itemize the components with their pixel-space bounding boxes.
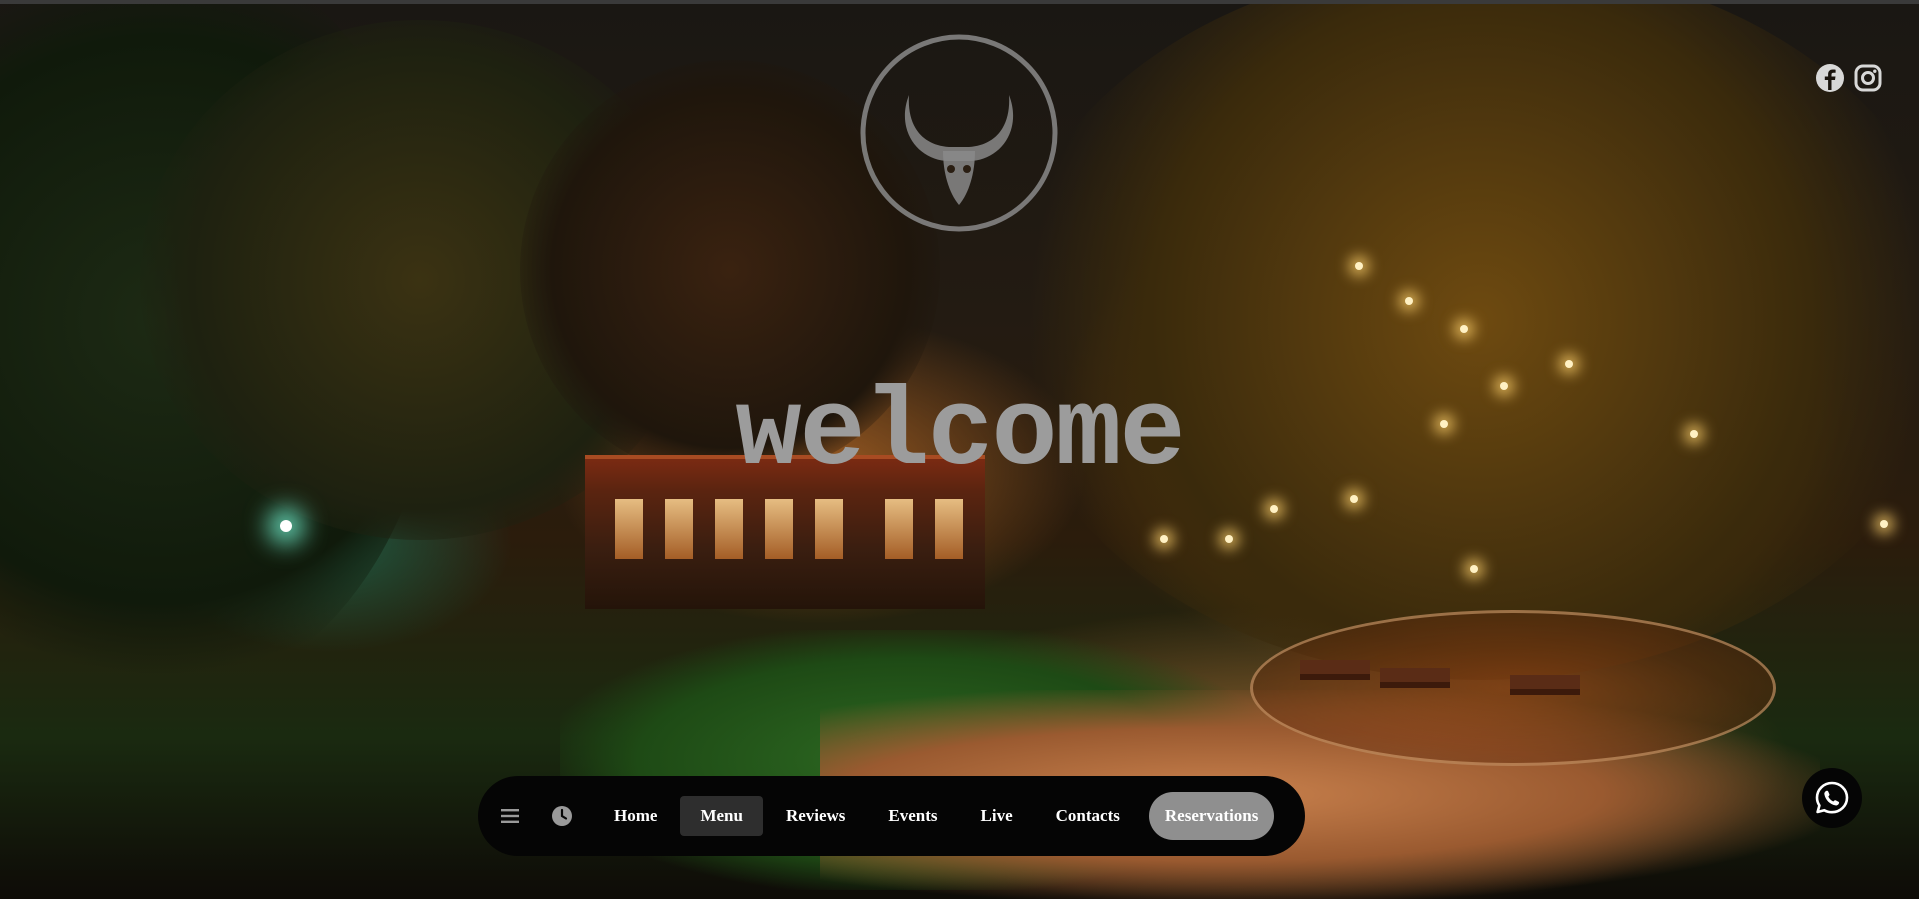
nav-item-menu[interactable]: Menu — [680, 796, 763, 836]
clock-icon[interactable] — [542, 796, 582, 836]
nav-item-live[interactable]: Live — [961, 796, 1033, 836]
facebook-icon[interactable] — [1815, 63, 1845, 93]
bottom-navigation-bar: Home Menu Reviews Events Live Contacts R… — [478, 776, 1305, 856]
reservations-button[interactable]: Reservations — [1148, 792, 1275, 840]
instagram-icon[interactable] — [1853, 63, 1883, 93]
nav-item-reviews[interactable]: Reviews — [766, 796, 865, 836]
social-links — [1815, 63, 1883, 93]
nav-item-home[interactable]: Home — [594, 796, 677, 836]
welcome-headline: welcome — [735, 372, 1185, 497]
whatsapp-button[interactable] — [1802, 768, 1862, 828]
bull-skull-logo[interactable] — [859, 33, 1059, 233]
nav-item-events[interactable]: Events — [868, 796, 957, 836]
hamburger-icon[interactable] — [490, 796, 530, 836]
nav-item-contacts[interactable]: Contacts — [1036, 796, 1140, 836]
top-border — [0, 0, 1919, 4]
whatsapp-icon — [1815, 781, 1849, 814]
